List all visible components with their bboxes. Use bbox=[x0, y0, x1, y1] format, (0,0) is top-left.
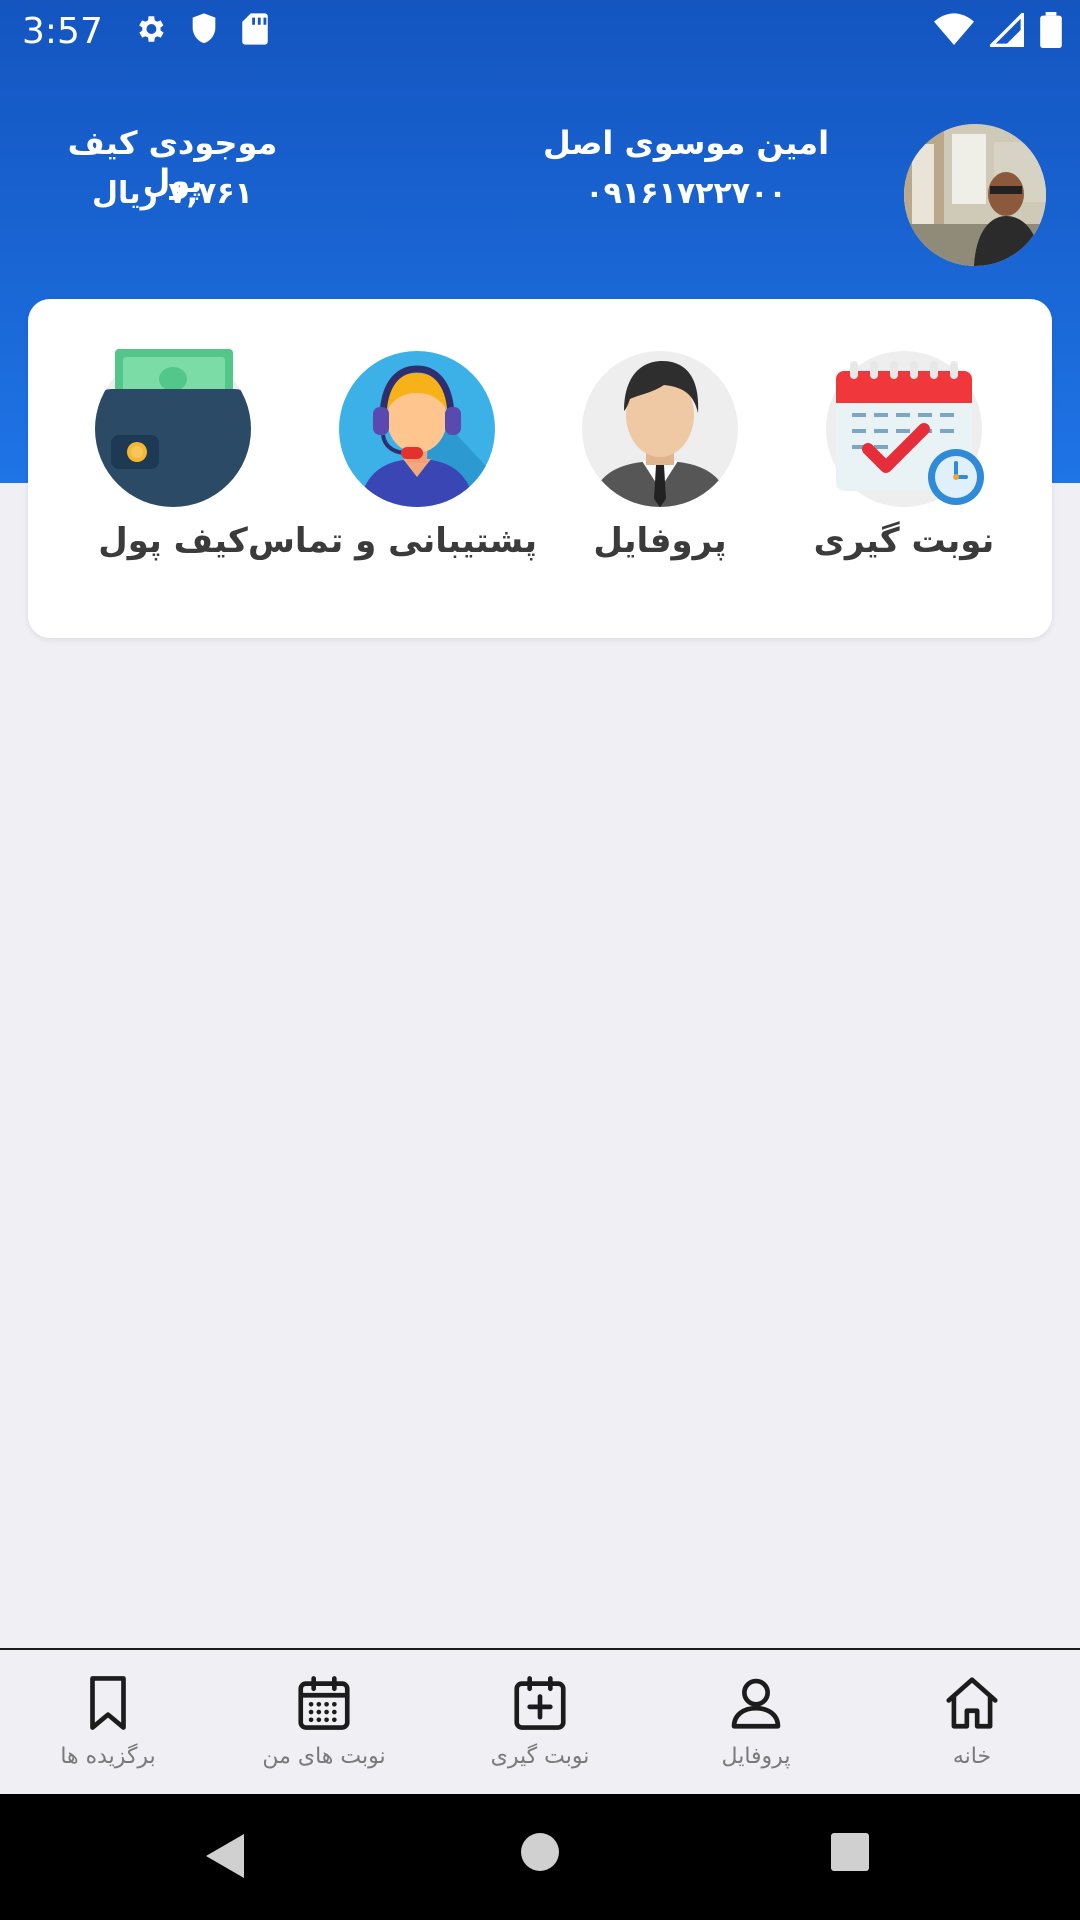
nav-item-home[interactable]: خانه bbox=[864, 1672, 1080, 1769]
quick-action-wallet[interactable]: کیف پول bbox=[53, 349, 293, 589]
home-icon bbox=[946, 1677, 998, 1729]
wifi-icon bbox=[934, 13, 974, 51]
bottom-navigation: خانه پروفایل نوبت گیری نوبت های من برگزی… bbox=[0, 1648, 1080, 1794]
wallet-money-icon bbox=[93, 349, 253, 509]
gear-icon bbox=[133, 12, 167, 50]
sd-card-icon bbox=[241, 12, 269, 50]
nav-item-profile[interactable]: پروفایل bbox=[648, 1672, 864, 1769]
quick-action-appointment[interactable]: نوبت گیری bbox=[784, 349, 1024, 589]
nav-label: نوبت گیری bbox=[490, 1744, 590, 1769]
status-time: 3:57 bbox=[22, 10, 103, 52]
nav-item-favorites[interactable]: برگزیده ها bbox=[0, 1672, 216, 1769]
quick-actions-card: نوبت گیری پروفایل پشتیبانی و تماس کیف پو… bbox=[28, 299, 1052, 638]
quick-action-support[interactable]: پشتیبانی و تماس bbox=[248, 349, 537, 589]
businessman-avatar-icon bbox=[580, 349, 740, 509]
user-name: امین موسوی اصل bbox=[542, 124, 830, 162]
shield-icon bbox=[189, 12, 219, 50]
status-bar: 3:57 bbox=[0, 0, 1080, 62]
calendar-grid-icon bbox=[298, 1676, 350, 1730]
support-agent-icon bbox=[337, 349, 497, 509]
back-icon[interactable] bbox=[204, 1832, 246, 1884]
wallet-balance-value: ۷,۷۶۱ ریال bbox=[92, 176, 253, 211]
nav-item-my-appointments[interactable]: نوبت های من bbox=[216, 1672, 432, 1769]
user-avatar[interactable] bbox=[904, 124, 1046, 266]
nav-label: خانه bbox=[952, 1744, 992, 1769]
user-icon bbox=[731, 1678, 781, 1729]
recents-square-icon[interactable] bbox=[830, 1832, 870, 1876]
bookmark-icon bbox=[90, 1676, 126, 1730]
signal-icon bbox=[987, 10, 1024, 51]
battery-icon bbox=[1040, 12, 1062, 52]
quick-action-label: پروفایل bbox=[593, 521, 727, 561]
nav-item-appointment[interactable]: نوبت گیری bbox=[432, 1672, 648, 1769]
user-phone: ۰۹۱۶۱۷۲۲۷۰۰ bbox=[585, 176, 787, 211]
quick-action-label: پشتیبانی و تماس bbox=[248, 521, 537, 561]
home-circle-icon[interactable] bbox=[520, 1832, 560, 1876]
quick-action-profile[interactable]: پروفایل bbox=[540, 349, 780, 589]
quick-action-label: کیف پول bbox=[98, 521, 248, 561]
system-navigation-bar bbox=[0, 1794, 1080, 1920]
nav-label: نوبت های من bbox=[262, 1744, 386, 1769]
calendar-check-icon bbox=[824, 349, 984, 509]
nav-label: برگزیده ها bbox=[60, 1744, 156, 1769]
quick-action-label: نوبت گیری bbox=[813, 521, 995, 561]
nav-label: پروفایل bbox=[721, 1744, 791, 1769]
calendar-plus-icon bbox=[514, 1676, 566, 1730]
